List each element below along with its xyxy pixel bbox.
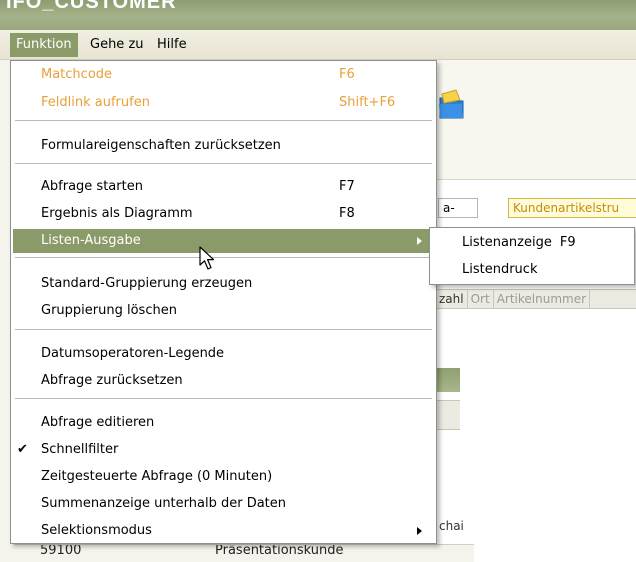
menu-item-label: Selektionsmodus: [41, 523, 152, 538]
submenu-item-listendruck[interactable]: Listendruck: [462, 258, 537, 282]
menu-item-feldlink[interactable]: Feldlink aufrufen Shift+F6: [13, 91, 434, 115]
menu-item-shortcut: F6: [339, 67, 355, 82]
menu-gehe-zu[interactable]: Gehe zu: [84, 33, 150, 57]
menu-item-label: Abfrage zurücksetzen: [41, 373, 183, 388]
window-title-bar: IFO_CUSTOMER: [0, 0, 636, 30]
filter-row: a- Kundenartikelstru: [436, 198, 636, 220]
menu-separator: [15, 329, 432, 330]
menu-item-label: Schnellfilter: [41, 442, 119, 457]
menu-hilfe[interactable]: Hilfe: [151, 33, 193, 57]
group-header-strip: [436, 368, 460, 392]
funktion-dropdown-menu: Matchcode F6 Feldlink aufrufen Shift+F6 …: [10, 60, 437, 544]
menu-item-label: Matchcode: [41, 67, 113, 82]
filter-cell-kundenartikel[interactable]: Kundenartikelstru: [508, 198, 636, 218]
menu-item-summenanzeige[interactable]: Summenanzeige unterhalb der Daten: [13, 492, 434, 516]
menu-item-zeitgesteuerte-abfrage[interactable]: Zeitgesteuerte Abfrage (0 Minuten): [13, 465, 434, 489]
submenu-arrow-icon: [417, 527, 422, 535]
menu-item-shortcut: F8: [339, 206, 355, 221]
menu-item-gruppierung-loeschen[interactable]: Gruppierung löschen: [13, 299, 434, 323]
table-cell: chai: [439, 519, 464, 533]
menu-item-datumsoperatoren[interactable]: Datumsoperatoren-Legende: [13, 342, 434, 366]
folder-icon[interactable]: [438, 86, 464, 120]
submenu-item-label: Listendruck: [462, 262, 538, 277]
menu-item-diagramm[interactable]: Ergebnis als Diagramm F8: [13, 202, 434, 226]
table-cell-number: 59100: [40, 544, 82, 558]
column-headers: zahl Ort Artikelnummer: [436, 289, 636, 309]
menu-item-selektionsmodus[interactable]: Selektionsmodus: [13, 519, 434, 543]
menu-separator: [15, 120, 432, 121]
toolbar-area: [436, 60, 636, 180]
menu-item-label: Abfrage editieren: [41, 415, 155, 430]
menu-item-label: Abfrage starten: [41, 179, 143, 194]
menu-separator: [15, 257, 432, 258]
menu-item-label: Zeitgesteuerte Abfrage (0 Minuten): [41, 469, 273, 484]
menu-item-label: Standard-Gruppierung erzeugen: [41, 276, 253, 291]
mouse-cursor-icon: [199, 246, 215, 270]
filter-cell[interactable]: a-: [438, 198, 478, 218]
menu-item-standard-gruppierung[interactable]: Standard-Gruppierung erzeugen: [13, 272, 434, 296]
menu-item-label: Feldlink aufrufen: [41, 95, 150, 110]
grid-strip: [436, 400, 460, 430]
menu-item-abfrage-zuruecksetzen[interactable]: Abfrage zurücksetzen: [13, 369, 434, 393]
column-header[interactable]: zahl: [436, 290, 468, 308]
menu-bar: Funktion Gehe zu Hilfe: [0, 30, 636, 60]
menu-item-label: Listen-Ausgabe: [41, 233, 141, 248]
menu-item-label: Ergebnis als Diagramm: [41, 206, 193, 221]
checkmark-icon: ✔: [17, 442, 28, 457]
menu-item-matchcode[interactable]: Matchcode F6: [13, 63, 434, 87]
menu-funktion[interactable]: Funktion: [10, 33, 78, 57]
menu-item-schnellfilter[interactable]: ✔ Schnellfilter: [13, 438, 434, 462]
submenu-item-shortcut: F9: [559, 235, 576, 250]
submenu-item-listenanzeige[interactable]: Listenanzeige F9: [462, 231, 576, 255]
menu-item-abfrage-editieren[interactable]: Abfrage editieren: [13, 411, 434, 435]
table-cell-text: Präsentationskunde: [215, 544, 344, 558]
menu-item-label: Formulareigenschaften zurücksetzen: [41, 138, 281, 153]
menu-item-listen-ausgabe[interactable]: Listen-Ausgabe: [13, 229, 434, 253]
menu-item-shortcut: F7: [339, 179, 355, 194]
window-title: IFO_CUSTOMER: [6, 0, 177, 13]
menu-item-label: Gruppierung löschen: [41, 303, 177, 318]
submenu-item-label: Listenanzeige: [462, 235, 552, 250]
submenu-arrow-icon: [417, 237, 422, 245]
column-header[interactable]: Ort: [468, 290, 494, 308]
listen-ausgabe-submenu: Listenanzeige F9 Listendruck: [429, 227, 635, 285]
column-header[interactable]: Artikelnummer: [494, 290, 591, 308]
menu-item-abfrage-starten[interactable]: Abfrage starten F7: [13, 175, 434, 199]
menu-item-shortcut: Shift+F6: [339, 95, 396, 110]
menu-separator: [15, 163, 432, 164]
menu-separator: [15, 398, 432, 399]
menu-item-label: Summenanzeige unterhalb der Daten: [41, 496, 287, 511]
menu-item-formulareigenschaften[interactable]: Formulareigenschaften zurücksetzen: [13, 134, 434, 158]
table-row[interactable]: 59100 Präsentationskunde: [14, 544, 474, 562]
menu-item-label: Datumsoperatoren-Legende: [41, 346, 225, 361]
